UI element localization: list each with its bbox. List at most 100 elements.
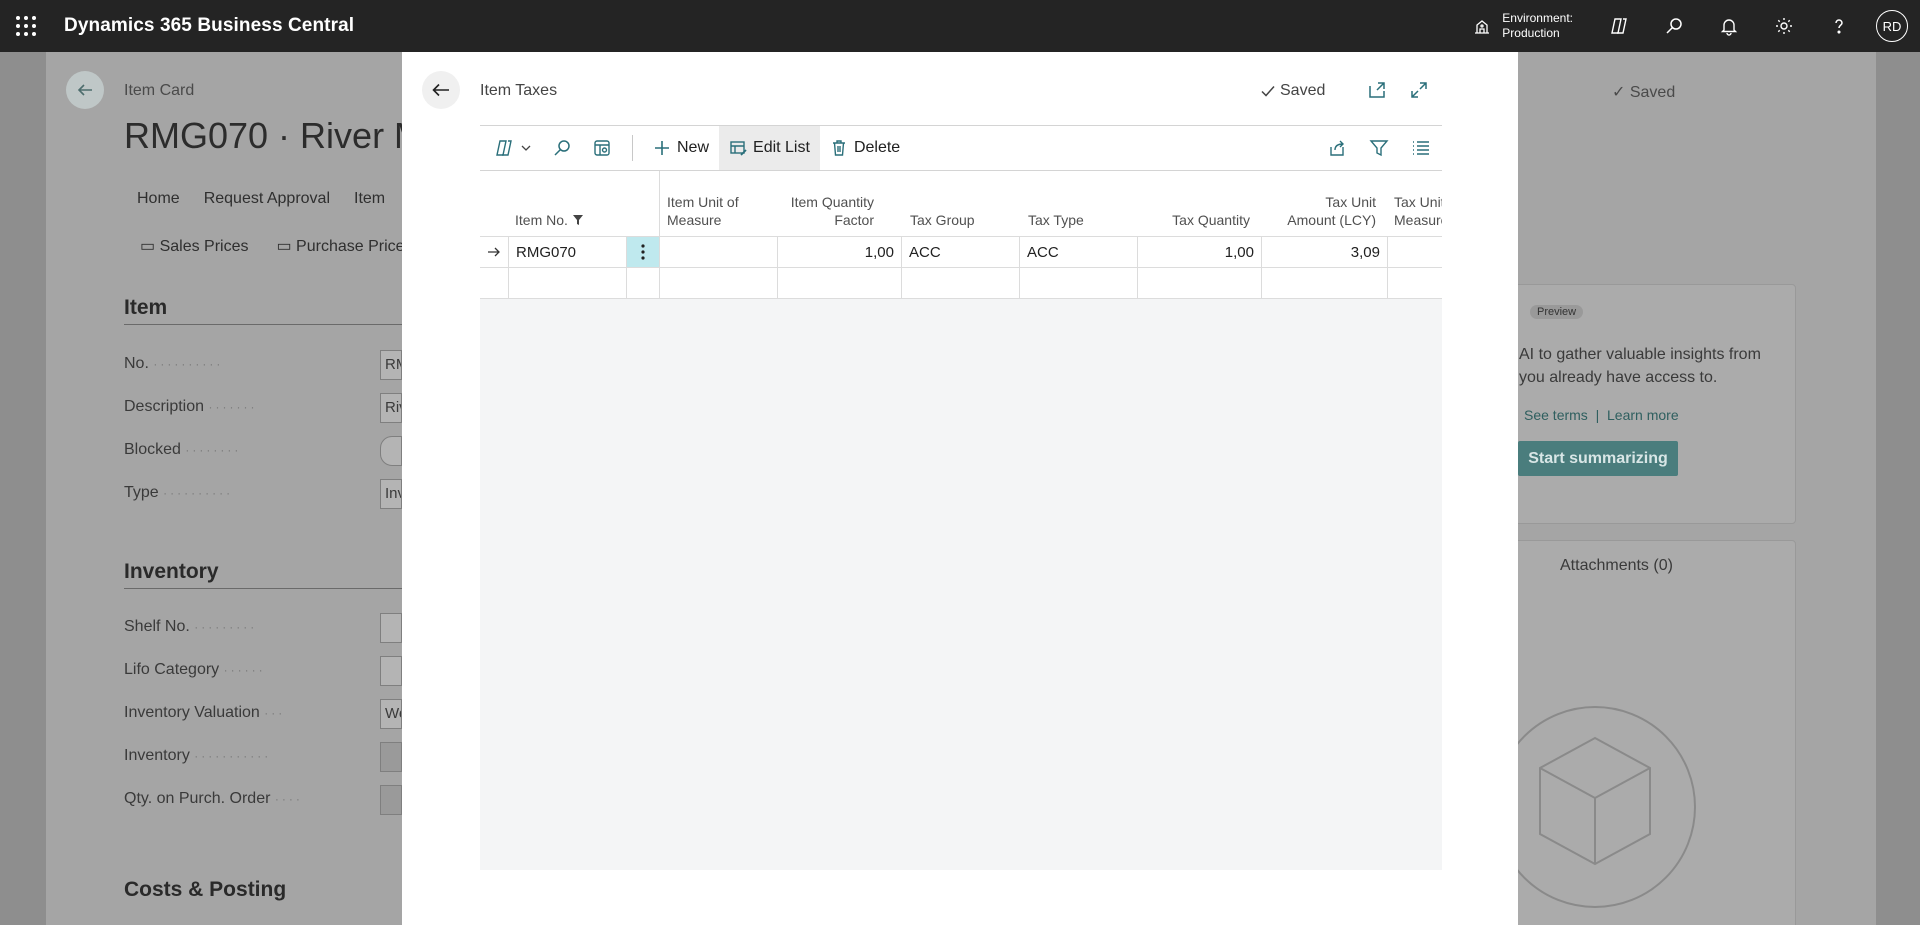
open-in-new-window-icon [1369,82,1385,98]
cell-tax-type[interactable]: ACC [1020,237,1138,267]
cell-tax-unit-measure[interactable] [1388,268,1442,298]
app-title[interactable]: Dynamics 365 Business Central [64,15,354,37]
cell-tax-type[interactable] [1020,268,1138,298]
section-costs-heading: Costs & Posting [124,878,287,901]
item-card-back-button [66,71,104,109]
column-header-qty-factor[interactable]: Item Quantity Factor [780,193,874,229]
app-launcher-button[interactable] [0,0,52,52]
column-header-tax-quantity[interactable]: Tax Quantity [1140,211,1250,229]
current-row-indicator [480,237,509,267]
field-value [380,613,402,643]
column-header-tax-unit-amount[interactable]: Tax Unit Amount (LCY) [1270,193,1376,229]
field-label: Blocked ········ [124,441,242,458]
list-icon [1413,141,1429,155]
field-label: Type ·········· [124,484,234,501]
column-header-tax-unit-measure[interactable]: Tax UnitMeasure [1394,193,1442,229]
arrow-right-icon [488,247,500,257]
cell-tax-group[interactable]: ACC [902,237,1020,267]
nav-home: Home [137,190,180,207]
new-button[interactable]: New [643,126,719,170]
preview-badge: Preview [1530,305,1584,319]
field-label: Inventory Valuation ··· [124,704,286,721]
cell-qty-factor[interactable]: 1,00 [778,237,902,267]
settings-button[interactable] [1756,0,1811,52]
field-label: Lifo Category ······ [124,661,266,678]
notifications-button[interactable] [1701,0,1756,52]
delete-label: Delete [853,139,901,156]
arrow-left-icon [77,84,92,96]
column-header-item-no[interactable]: Item No. [515,211,584,229]
column-header-unit-of-measure[interactable]: Item Unit of Measure [667,193,739,229]
field-label: Inventory ··········· [124,747,272,764]
checkmark-icon [1261,86,1275,97]
search-icon [554,140,570,156]
edit-list-button[interactable]: Edit List [719,126,820,170]
share-icon [1330,140,1344,156]
field-value: Inv [380,479,402,509]
list-view-button[interactable] [1400,126,1442,170]
waffle-icon [16,16,36,36]
open-new-window-button[interactable] [1363,76,1391,104]
row-actions-cell [627,268,660,298]
table-row-empty[interactable] [480,267,1442,299]
delete-button[interactable]: Delete [820,126,910,170]
field-value: RM [380,350,402,380]
section-item-heading: Item [124,296,168,319]
back-button[interactable] [422,71,460,109]
filter-icon [572,215,583,225]
factbox-text: AI to gather valuable insights from [1519,346,1761,363]
cell-unit-of-measure[interactable] [660,268,778,298]
question-icon [1834,19,1843,34]
field-value: We [380,699,402,729]
item-card-nav: Home Request Approval Item [137,190,385,208]
trash-icon [832,140,845,156]
field-value [380,742,402,772]
cell-tax-quantity[interactable]: 1,00 [1138,237,1262,267]
table-view-icon [594,140,610,156]
copilot-button[interactable] [1591,0,1646,52]
table-row[interactable]: RMG070 1,00 ACC ACC 1,00 3,09 [480,236,1442,268]
copilot-factbox [1500,284,1796,524]
item-card-saved: ✓ Saved [1612,84,1676,101]
chevron-down-icon [521,145,531,151]
column-header-tax-type[interactable]: Tax Type [1028,211,1084,229]
row-actions-button[interactable] [627,237,660,267]
divider [124,324,414,325]
column-header-tax-group[interactable]: Tax Group [910,211,975,229]
field-value [380,785,402,815]
blocked-toggle [380,436,402,466]
cell-tax-quantity[interactable] [1138,268,1262,298]
cell-qty-factor[interactable] [778,268,902,298]
toolbar-separator [632,135,633,161]
field-label: No. ·········· [124,355,224,372]
cell-tax-group[interactable] [902,268,1020,298]
environment-icon [1475,20,1490,34]
personalize-button[interactable] [582,126,622,170]
help-button[interactable] [1811,0,1866,52]
item-taxes-grid: Item No. Item Unit of Measure Item Quanti… [480,171,1442,870]
item-placeholder-icon [1510,706,1696,908]
expand-button[interactable] [1405,76,1433,104]
item-card-breadcrumb: Item Card [124,82,195,99]
environment-indicator[interactable]: Environment: Production [1472,11,1573,41]
cell-item-no[interactable]: RMG070 [509,237,627,267]
filter-button[interactable] [1358,126,1400,170]
field-label: Description ······· [124,398,258,415]
cell-unit-of-measure[interactable] [660,237,778,267]
search-icon [1665,18,1682,34]
action-sales-prices: ▭ Sales Prices [140,238,249,255]
search-button[interactable] [1646,0,1701,52]
attachments-label: Attachments (0) [1560,557,1673,574]
nav-request-approval: Request Approval [203,190,330,207]
cell-tax-unit-amount[interactable]: 3,09 [1262,237,1388,267]
share-button[interactable] [1316,126,1358,170]
copilot-menu-button[interactable] [484,126,542,170]
cell-tax-unit-measure[interactable] [1388,237,1442,267]
user-avatar[interactable]: RD [1876,10,1908,42]
search-button[interactable] [542,126,582,170]
field-value: Riv [380,393,402,423]
arrow-left-icon [432,83,449,97]
copilot-icon [496,140,512,156]
cell-tax-unit-amount[interactable] [1262,268,1388,298]
cell-item-no[interactable] [509,268,627,298]
